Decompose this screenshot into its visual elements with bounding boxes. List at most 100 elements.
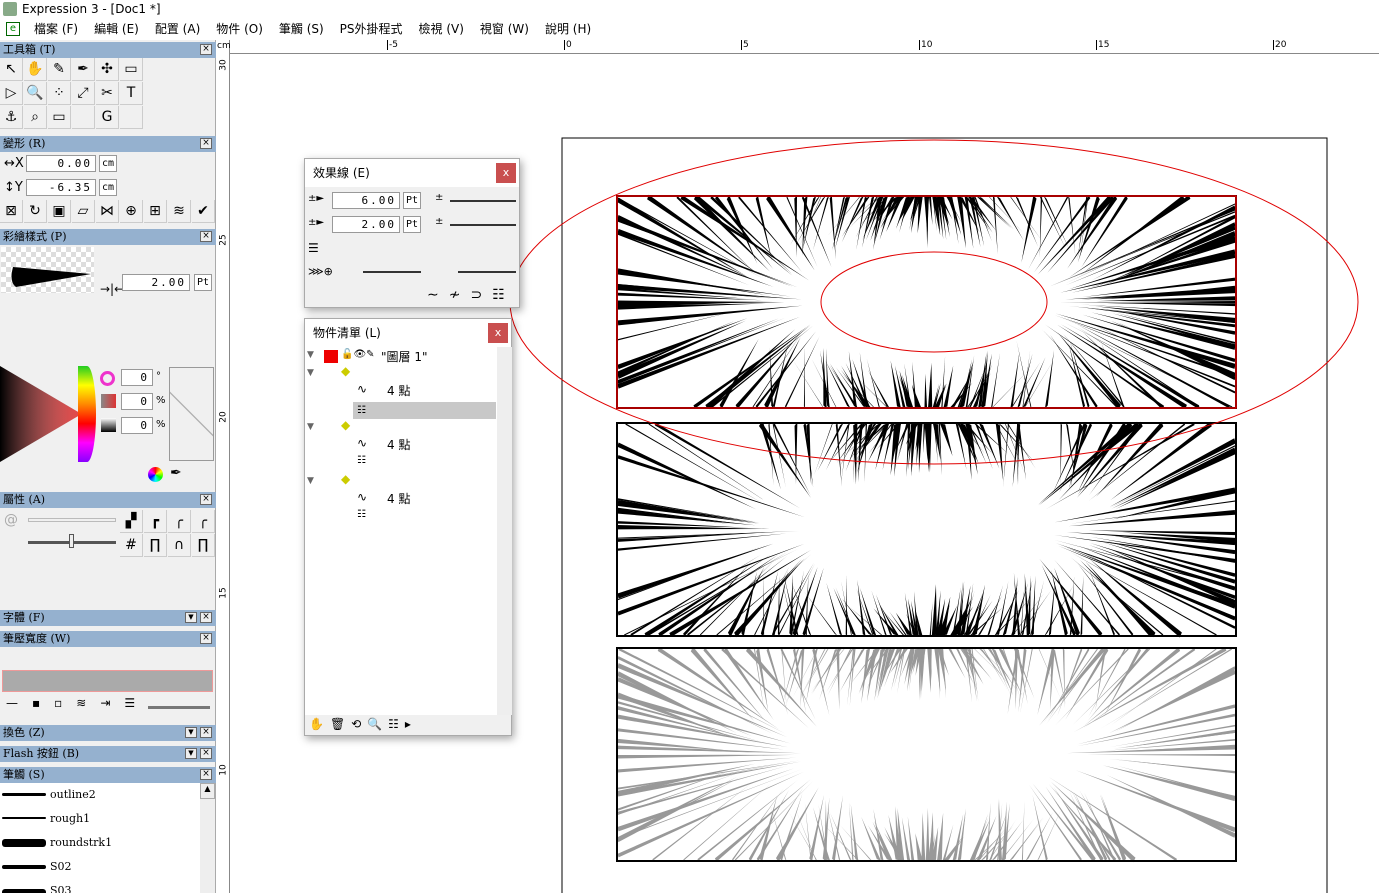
tool-button[interactable]: ▱ <box>72 200 95 223</box>
color-picker-icon[interactable] <box>148 467 163 482</box>
tool-button[interactable]: ✎ <box>48 58 71 81</box>
effect-icon[interactable]: ☷ <box>357 455 366 466</box>
points-count[interactable]: 4 點 <box>387 382 410 399</box>
effect-value-2[interactable]: 2.00 <box>332 216 400 233</box>
tool-button[interactable]: ▣ <box>48 200 71 223</box>
hue-ring[interactable] <box>78 366 96 462</box>
object-list-toolbar[interactable]: ✋🗑⟲🔍☷▸ <box>309 717 417 731</box>
effect-icon[interactable]: ☷ <box>357 509 366 520</box>
hue-input[interactable]: 0 <box>121 369 153 386</box>
expand-icon[interactable]: ▼ <box>307 350 314 360</box>
tool-button[interactable]: ⤢ <box>72 82 95 105</box>
tool-button[interactable]: ✒ <box>72 58 95 81</box>
effect-slider-2[interactable] <box>450 224 516 226</box>
attributes-header[interactable]: 屬性 (A) × <box>0 492 216 508</box>
saturation-input[interactable]: 0 <box>121 393 153 410</box>
close-icon[interactable]: × <box>200 727 212 738</box>
tool-button[interactable]: ▞ <box>120 510 143 533</box>
group-icon[interactable]: ◆ <box>341 364 350 378</box>
tool-button[interactable]: # <box>120 534 143 557</box>
color-swatch[interactable] <box>169 367 214 461</box>
object-list-scrollbar[interactable] <box>497 347 512 715</box>
menu-arrange[interactable]: 配置 (A) <box>147 18 208 40</box>
pressure-graph[interactable] <box>2 670 213 692</box>
dropdown-icon[interactable]: ▼ <box>185 612 197 623</box>
layer-color-icon[interactable] <box>324 350 338 363</box>
stroke-list-scrollbar[interactable]: ▲ <box>200 783 215 893</box>
speedline-panel-3[interactable] <box>616 646 1237 863</box>
y-position-input[interactable]: -6.35 <box>26 179 96 196</box>
tool-button[interactable]: 🔍 <box>24 82 47 105</box>
menu-file[interactable]: 檔案 (F) <box>26 18 86 40</box>
stroke-item-outline2[interactable]: outline2 <box>0 783 200 807</box>
expand-icon[interactable]: ▼ <box>307 368 314 378</box>
flash-header[interactable]: Flash 按鈕 (B) ▼ × <box>0 746 216 762</box>
tool-button[interactable]: ⊕ <box>120 200 143 223</box>
layer-name[interactable]: "圖層 1" <box>381 348 428 365</box>
stroke-item-s03[interactable]: S03 <box>0 879 200 893</box>
close-icon[interactable]: × <box>200 633 212 644</box>
stroke-width-input[interactable]: 2.00 <box>122 274 190 291</box>
dropdown-icon[interactable]: ▼ <box>185 727 197 738</box>
lock-eye-pen-icons[interactable]: 🔓👁✎ <box>341 349 375 360</box>
eyedropper-icon[interactable]: ✒ <box>170 465 182 481</box>
document-icon[interactable]: e <box>6 22 20 36</box>
tool-button[interactable]: ╭ <box>192 510 215 533</box>
expand-icon[interactable]: ▼ <box>307 476 314 486</box>
tool-button[interactable]: ⁘ <box>48 82 71 105</box>
toolbox-header[interactable]: 工具箱 (T) × <box>0 42 216 58</box>
slider-thumb[interactable] <box>69 534 74 548</box>
tool-button[interactable]: ✂ <box>96 82 119 105</box>
expand-icon[interactable]: ▼ <box>307 422 314 432</box>
close-icon[interactable]: × <box>200 612 212 623</box>
speedline-panel-2[interactable] <box>616 421 1237 638</box>
close-icon[interactable]: × <box>200 44 212 55</box>
tool-button[interactable]: ↖ <box>0 58 23 81</box>
effect-slider-4[interactable] <box>458 271 516 273</box>
close-icon[interactable]: × <box>200 138 212 149</box>
font-header[interactable]: 字體 (F) ▼ × <box>0 610 216 626</box>
effect-value-1[interactable]: 6.00 <box>332 192 400 209</box>
tool-button[interactable]: ⊞ <box>144 200 167 223</box>
menu-view[interactable]: 檢視 (V) <box>411 18 472 40</box>
group-icon[interactable]: ◆ <box>341 472 350 486</box>
points-count[interactable]: 4 點 <box>387 436 410 453</box>
scroll-up-icon[interactable]: ▲ <box>200 783 215 799</box>
points-count[interactable]: 4 點 <box>387 490 410 507</box>
tool-button[interactable]: ⊠ <box>0 200 23 223</box>
pressure-header[interactable]: 筆壓寬度 (W) × <box>0 631 216 647</box>
menu-ps-plugins[interactable]: PS外掛程式 <box>332 18 411 40</box>
tool-button[interactable]: ⌕ <box>24 106 47 129</box>
tool-button[interactable]: ✣ <box>96 58 119 81</box>
brightness-input[interactable]: 0 <box>121 417 153 434</box>
tool-button[interactable]: ↻ <box>24 200 47 223</box>
stroke-item-roundstrk1[interactable]: roundstrk1 <box>0 831 200 855</box>
tool-button[interactable]: ┏ <box>144 510 167 533</box>
paint-style-header[interactable]: 彩繪樣式 (P) × <box>0 229 216 245</box>
effect-slider-1[interactable] <box>450 200 516 202</box>
tool-button[interactable]: ✋ <box>24 58 47 81</box>
selected-effect-row[interactable]: ☷ <box>353 402 496 419</box>
tool-button[interactable]: G <box>96 106 119 129</box>
tool-button[interactable]: T <box>120 82 143 105</box>
menu-help[interactable]: 說明 (H) <box>537 18 599 40</box>
close-icon[interactable]: × <box>200 494 212 505</box>
tool-button[interactable]: ✔ <box>192 200 215 223</box>
dropdown-icon[interactable]: ▼ <box>185 748 197 759</box>
tool-button[interactable]: ▭ <box>120 58 143 81</box>
recolor-header[interactable]: 換色 (Z) ▼ × <box>0 725 216 741</box>
tool-button[interactable]: ∏ <box>192 534 215 557</box>
close-icon[interactable]: × <box>200 231 212 242</box>
tool-button[interactable] <box>120 106 143 129</box>
tool-button[interactable]: ∩ <box>168 534 191 557</box>
tool-button[interactable]: ╭ <box>168 510 191 533</box>
strokes-header[interactable]: 筆觸 (S) × <box>0 767 216 783</box>
menu-window[interactable]: 視窗 (W) <box>472 18 537 40</box>
menu-object[interactable]: 物件 (O) <box>208 18 271 40</box>
attribute-slider-1[interactable] <box>28 518 116 522</box>
effect-slider-3[interactable] <box>363 271 421 273</box>
tool-button[interactable]: ≋ <box>168 200 191 223</box>
close-icon[interactable]: × <box>200 748 212 759</box>
close-icon[interactable]: × <box>200 769 212 780</box>
stroke-item-rough1[interactable]: rough1 <box>0 807 200 831</box>
